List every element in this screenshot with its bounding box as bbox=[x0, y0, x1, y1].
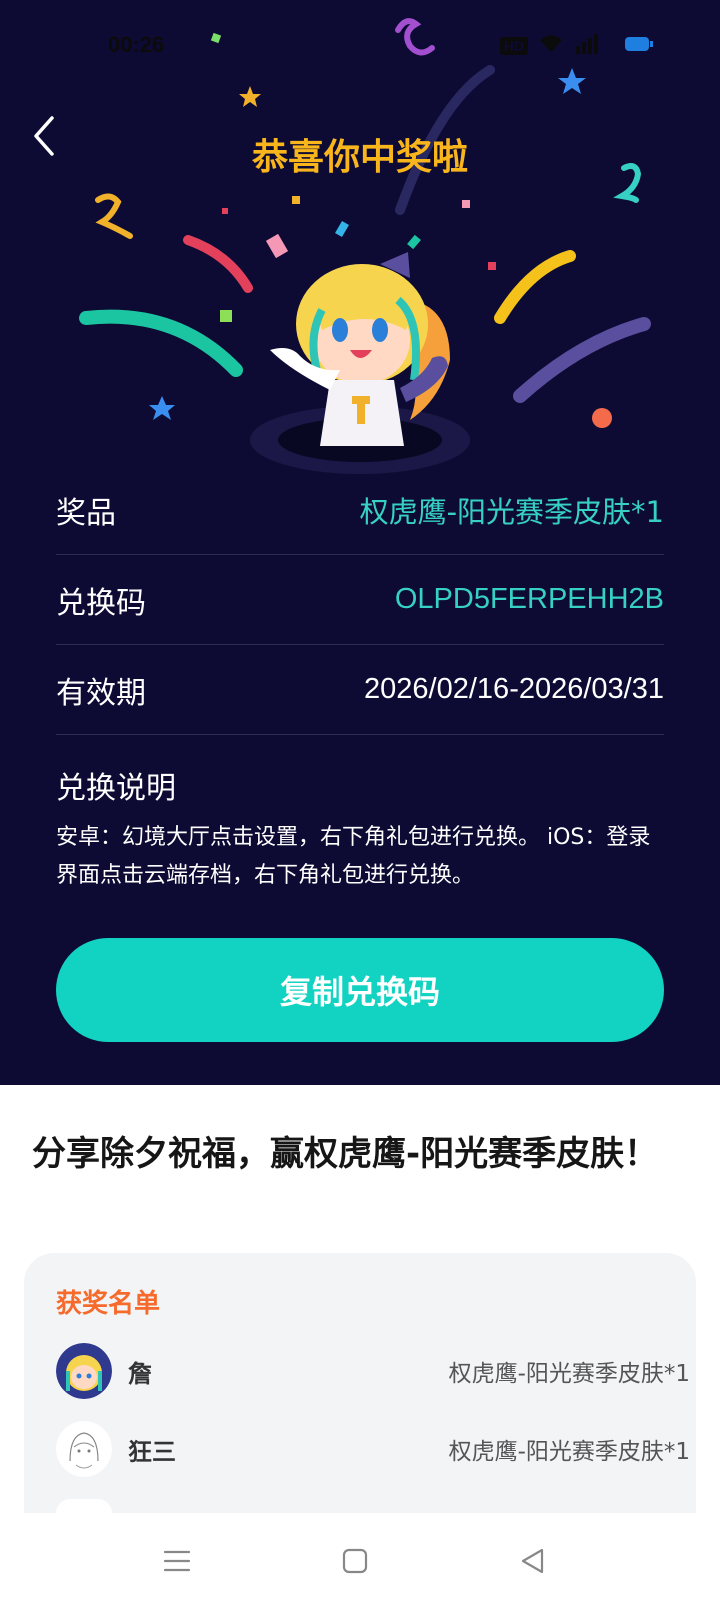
winner-item[interactable]: 狂三 权虎鹰-阳光赛季皮肤*1 bbox=[56, 1421, 690, 1477]
battery-icon bbox=[624, 35, 654, 57]
prize-row: 奖品 权虎鹰-阳光赛季皮肤*1 bbox=[56, 465, 664, 555]
home-icon bbox=[342, 1548, 368, 1574]
prize-value: 权虎鹰-阳光赛季皮肤*1 bbox=[359, 494, 664, 529]
hd-icon: HD bbox=[499, 37, 528, 55]
prize-info: 奖品 权虎鹰-阳光赛季皮肤*1 兑换码 OLPD5FERPEHH2B 有效期 2… bbox=[56, 465, 664, 895]
instructions-title: 兑换说明 bbox=[56, 771, 176, 806]
copy-code-button[interactable]: 复制兑换码 bbox=[56, 938, 664, 1042]
status-bar: 00:26 HD bbox=[0, 30, 720, 64]
system-nav-bar bbox=[0, 1518, 720, 1608]
page-title: 恭喜你中奖啦 bbox=[251, 137, 468, 178]
share-title: 分享除夕祝福，赢权虎鹰-阳光赛季皮肤！ bbox=[32, 1134, 659, 1174]
signal-icon bbox=[574, 34, 600, 58]
validity-row: 有效期 2026/02/16-2026/03/31 bbox=[56, 645, 664, 735]
avatar bbox=[56, 1343, 112, 1399]
home-button[interactable] bbox=[340, 1546, 370, 1580]
avatar bbox=[56, 1499, 112, 1513]
system-back-button[interactable] bbox=[518, 1546, 548, 1580]
winner-name: 詹 bbox=[128, 1359, 152, 1388]
wifi-icon bbox=[538, 34, 564, 58]
validity-label: 有效期 bbox=[56, 675, 146, 711]
winner-prize: 权虎鹰-阳光赛季皮肤*1 bbox=[448, 1439, 690, 1465]
avatar bbox=[56, 1421, 112, 1477]
prize-panel: 00:26 HD 恭喜你中奖啦 奖品 权虎鹰-阳光赛季皮肤*1 兑换码 OLPD… bbox=[0, 0, 720, 1085]
menu-icon bbox=[163, 1550, 191, 1572]
winner-item[interactable]: 詹 权虎鹰-阳光赛季皮肤*1 bbox=[56, 1343, 690, 1399]
status-time: 00:26 bbox=[108, 32, 165, 57]
winner-prize: 权虎鹰-阳光赛季皮肤*1 bbox=[448, 1361, 690, 1387]
prize-label: 奖品 bbox=[56, 495, 116, 531]
validity-value: 2026/02/16-2026/03/31 bbox=[364, 673, 664, 705]
menu-button[interactable] bbox=[162, 1546, 192, 1580]
instructions-text: 安卓：幻境大厅点击设置，右下角礼包进行兑换。 iOS：登录界面点击云端存档，右下… bbox=[56, 825, 651, 888]
winner-name: 狂三 bbox=[128, 1437, 176, 1466]
code-row: 兑换码 OLPD5FERPEHH2B bbox=[56, 555, 664, 645]
redeem-code-value[interactable]: OLPD5FERPEHH2B bbox=[395, 583, 664, 616]
back-icon bbox=[521, 1548, 544, 1574]
winners-card: 获奖名单 詹 权虎鹰-阳光赛季皮肤*1 狂三 权虎鹰-阳光赛季皮肤*1 bbox=[24, 1253, 696, 1513]
winners-title: 获奖名单 bbox=[56, 1289, 161, 1319]
code-label: 兑换码 bbox=[56, 585, 146, 621]
celebration-illustration bbox=[79, 18, 651, 474]
